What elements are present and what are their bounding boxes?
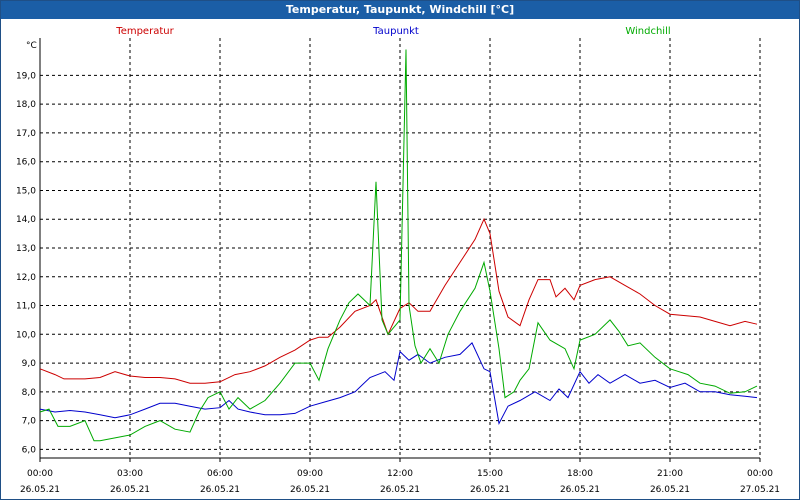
grid-lines — [39, 38, 761, 458]
y-tick-label: 6,0 — [22, 445, 37, 455]
legend-entry-temperatur: Temperatur — [115, 26, 174, 37]
x-tick-time-label: 09:00 — [297, 469, 323, 479]
series-line-windchill — [39, 49, 758, 442]
x-tick-time-label: 00:00 — [747, 469, 773, 479]
y-tick-label: 16,0 — [16, 158, 36, 168]
y-tick-label: 7,0 — [22, 417, 37, 427]
x-tick-date-label: 26.05.21 — [20, 485, 60, 495]
y-tick-label: 18,0 — [16, 100, 36, 110]
x-tick-time-label: 06:00 — [207, 469, 233, 479]
x-tick-time-label: 00:00 — [27, 469, 53, 479]
y-tick-labels: 6,0 7,0 8,0 9,0 10,0 11,0 12,0 13,0 14,0 15,0 16,0… — [16, 71, 36, 455]
x-tick-date-label: 26.05.21 — [470, 485, 510, 495]
x-tick-time-label: 15:00 — [477, 469, 503, 479]
x-tick-time-label: 21:00 — [657, 469, 683, 479]
y-tick-label: 10,0 — [16, 330, 36, 340]
legend-entry-windchill: Windchill — [625, 26, 670, 37]
series-lines — [39, 49, 758, 442]
series-line-taupunkt — [39, 342, 758, 426]
x-tick-time-label: 18:00 — [567, 469, 593, 479]
y-tick-label: 17,0 — [16, 129, 36, 139]
x-tick-time-label: 03:00 — [117, 469, 143, 479]
y-tick-label: 12,0 — [16, 273, 36, 283]
y-tick-label: 11,0 — [16, 302, 36, 312]
y-axis-label: °C — [26, 41, 37, 51]
y-tick-label: 9,0 — [22, 359, 37, 369]
x-tick-date-label: 27.05.21 — [740, 485, 780, 495]
x-tick-time-label: 12:00 — [387, 469, 413, 479]
x-tick-date-label: 26.05.21 — [200, 485, 240, 495]
y-tick-label: 14,0 — [16, 215, 36, 225]
x-tick-date-label: 26.05.21 — [650, 485, 690, 495]
x-tick-date-label: 26.05.21 — [560, 485, 600, 495]
legend-entry-taupunkt: Taupunkt — [372, 26, 419, 37]
x-tick-date-label: 26.05.21 — [290, 485, 330, 495]
y-tick-label: 15,0 — [16, 186, 36, 196]
legend: Temperatur Taupunkt Windchill — [115, 26, 670, 37]
y-tick-label: 19,0 — [16, 71, 36, 81]
y-tick-label: 8,0 — [22, 388, 37, 398]
y-tick-label: 13,0 — [16, 244, 36, 254]
x-tick-date-label: 26.05.21 — [380, 485, 420, 495]
line-chart: 6,0 7,0 8,0 9,0 10,0 11,0 12,0 13,0 14,0 15,0 16,0… — [16, 26, 780, 495]
x-tick-date-label: 26.05.21 — [110, 485, 150, 495]
x-tick-labels: 00:00 26.05.21 03:00 26.05.21 06:00 26.05.21 0… — [20, 469, 780, 495]
